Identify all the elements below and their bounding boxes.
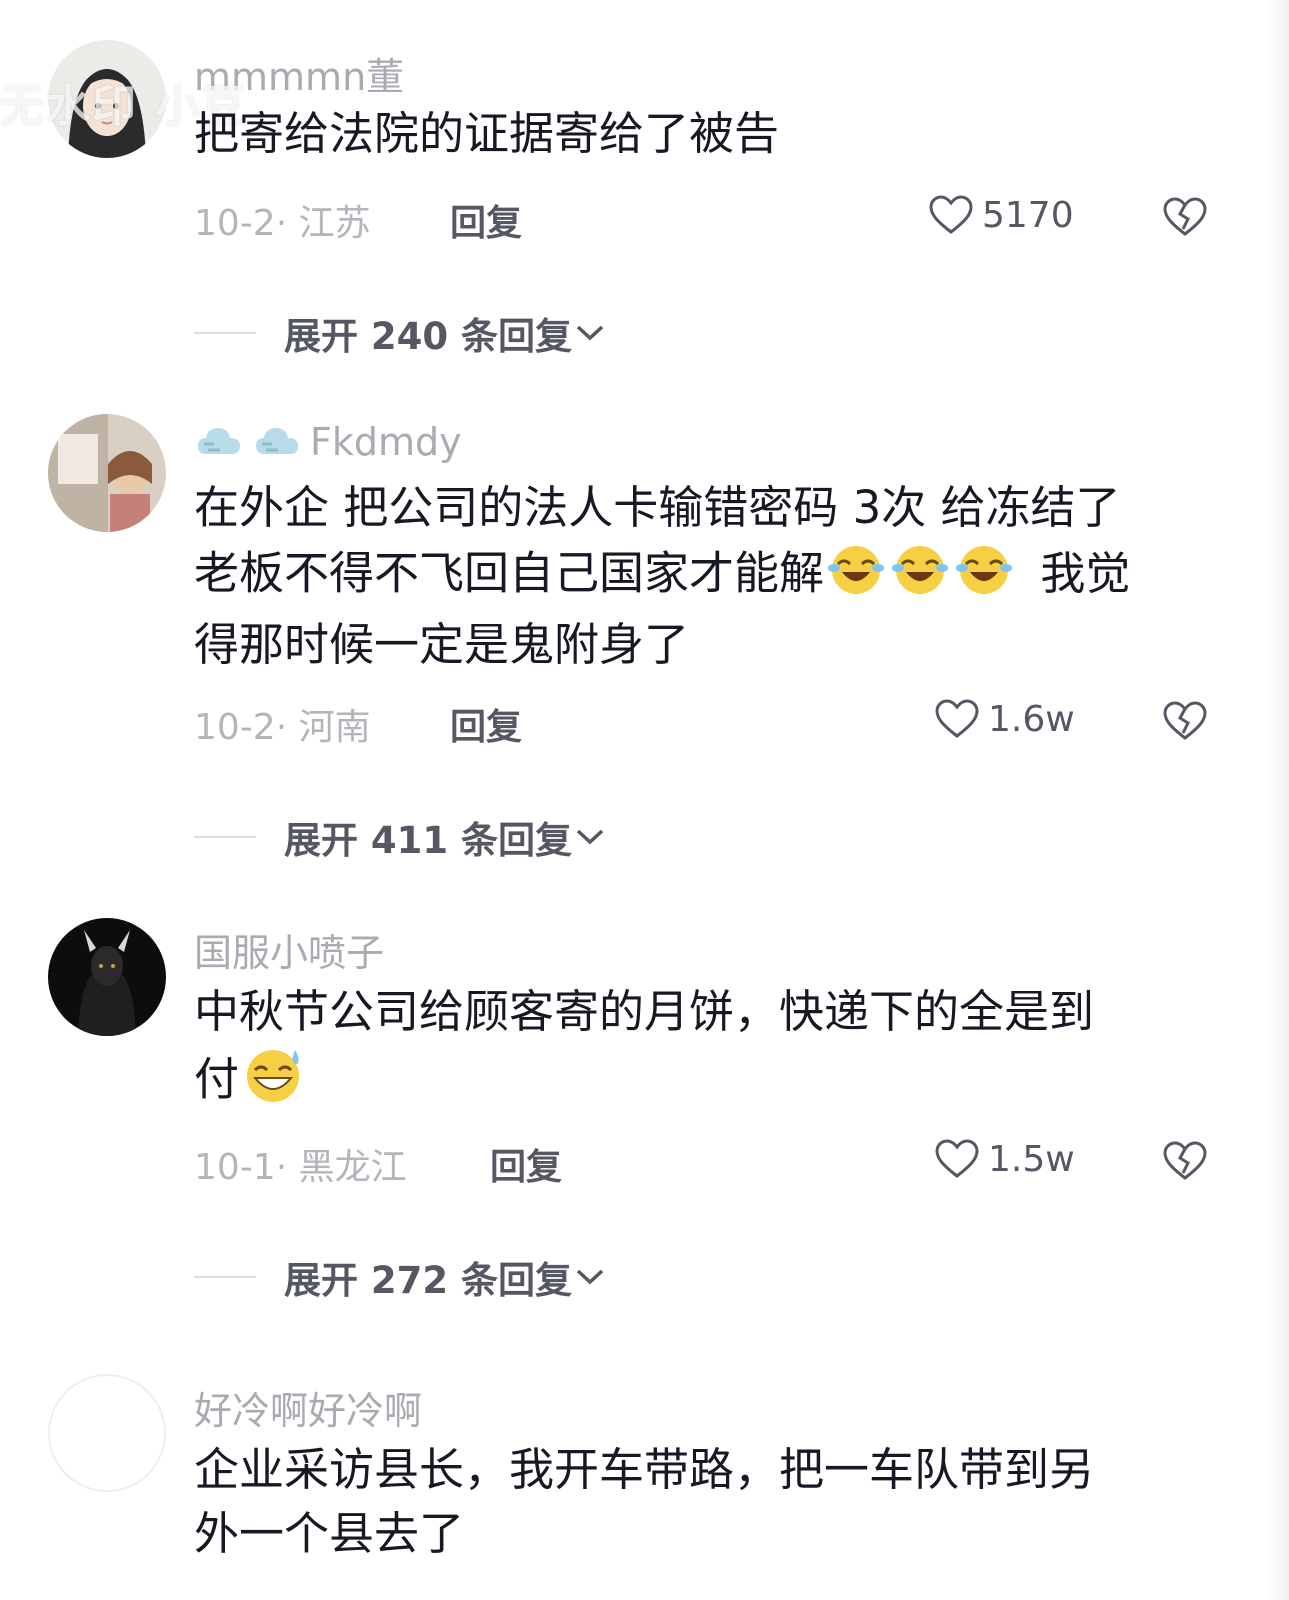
- cloud-icon: [198, 428, 240, 454]
- divider-line: [194, 332, 256, 334]
- dislike-icon[interactable]: [1162, 700, 1208, 742]
- expand-replies-label: 展开 240 条回复: [284, 315, 572, 358]
- comment-text: 把寄给法院的证据寄给了被告: [194, 107, 780, 160]
- comment-date-location: 10-2· 江苏: [194, 203, 371, 244]
- username-text: Fkdmdy: [310, 420, 462, 464]
- dislike-icon[interactable]: [1162, 1140, 1208, 1182]
- comment-text-fragment: 我觉: [1040, 546, 1131, 600]
- like-button[interactable]: 1.6w: [934, 698, 1075, 740]
- expand-replies-button[interactable]: 展开 272 条回复: [194, 1250, 606, 1304]
- chevron-down-icon: [576, 1269, 604, 1285]
- laugh-cry-emoji-icon: [888, 540, 952, 613]
- cloud-icon: [256, 428, 298, 454]
- reply-button[interactable]: 回复: [450, 194, 522, 246]
- like-button[interactable]: 5170: [928, 194, 1074, 236]
- comment-text-line: 付: [194, 1044, 1234, 1121]
- sweat-grin-emoji-icon: [239, 1044, 307, 1121]
- like-count: 1.6w: [988, 698, 1075, 740]
- chevron-down-icon: [576, 325, 604, 341]
- comment-text-line: 得那时候一定是鬼附身了: [194, 618, 690, 671]
- username[interactable]: 国服小喷子: [194, 922, 384, 977]
- like-count: 1.5w: [988, 1138, 1075, 1180]
- heart-icon: [935, 1139, 979, 1178]
- avatar[interactable]: [48, 918, 166, 1036]
- avatar[interactable]: [48, 414, 166, 532]
- comment-text-line: 中秋节公司给顾客寄的月饼，快递下的全是到: [194, 985, 1095, 1038]
- reply-button[interactable]: 回复: [490, 1138, 562, 1190]
- divider-line: [194, 836, 256, 838]
- laugh-cry-emoji-icon: [952, 540, 1016, 613]
- right-edge-shade: [1267, 0, 1289, 1600]
- divider-line: [194, 1276, 256, 1278]
- expand-replies-label: 展开 272 条回复: [284, 1259, 572, 1302]
- avatar[interactable]: [48, 1374, 166, 1492]
- comment-text-fragment: 老板不得不飞回自己国家才能解: [194, 546, 825, 600]
- comment-text: 在外企 把公司的法人卡输错密码 3次 给冻结了 老板不得不飞回自己国家才能解 我…: [194, 476, 1234, 677]
- comment-text: 企业采访县长，我开车带路，把一车队带到另 外一个县去了: [194, 1438, 1234, 1566]
- comment-text-line: 老板不得不飞回自己国家才能解 我觉: [194, 540, 1234, 613]
- reply-button[interactable]: 回复: [450, 698, 522, 750]
- expand-replies-button[interactable]: 展开 411 条回复: [194, 810, 606, 864]
- comment-text-line: 企业采访县长，我开车带路，把一车队带到另: [194, 1443, 1095, 1496]
- heart-icon: [935, 699, 979, 738]
- laugh-cry-emoji-icon: [824, 540, 888, 613]
- username[interactable]: Fkdmdy: [194, 420, 462, 464]
- comment-date-location: 10-2· 河南: [194, 707, 371, 748]
- dislike-icon[interactable]: [1162, 196, 1208, 238]
- username[interactable]: 好冷啊好冷啊: [194, 1380, 422, 1435]
- comment-text-fragment: 付: [194, 1052, 240, 1106]
- comment-text-line: 外一个县去了: [194, 1507, 465, 1560]
- comment-text-line: 在外企 把公司的法人卡输错密码 3次 给冻结了: [194, 481, 1121, 534]
- expand-replies-label: 展开 411 条回复: [284, 819, 572, 862]
- like-button[interactable]: 1.5w: [934, 1138, 1075, 1180]
- heart-icon: [929, 195, 973, 234]
- comment-date-location: 10-1· 黑龙江: [194, 1147, 407, 1188]
- comment-text: 中秋节公司给顾客寄的月饼，快递下的全是到 付: [194, 980, 1234, 1121]
- like-count: 5170: [982, 194, 1074, 236]
- expand-replies-button[interactable]: 展开 240 条回复: [194, 306, 606, 360]
- chevron-down-icon: [576, 829, 604, 845]
